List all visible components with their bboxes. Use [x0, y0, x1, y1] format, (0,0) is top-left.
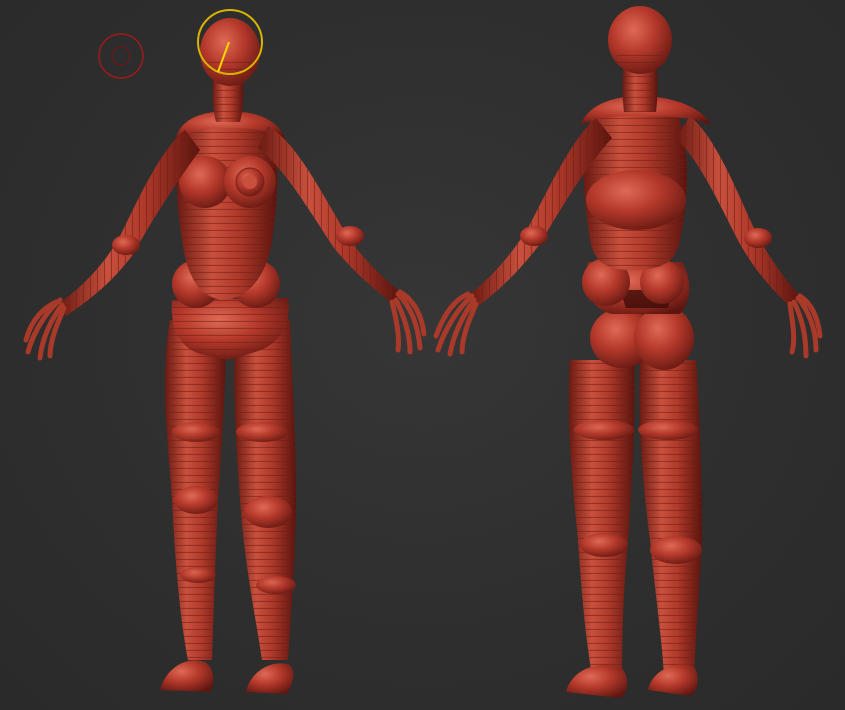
back-right-arm[interactable] [676, 116, 823, 359]
brush-cursor-icon [98, 33, 144, 79]
back-left-arm[interactable] [433, 118, 612, 357]
back-right-leg[interactable] [638, 360, 702, 696]
viewport-canvas[interactable] [0, 0, 845, 710]
zsphere-figure-front[interactable] [23, 18, 427, 694]
zsphere-figure-back[interactable] [433, 6, 823, 698]
front-left-leg[interactable] [160, 320, 226, 692]
sculpt-viewport[interactable] [0, 0, 845, 710]
back-glute-right[interactable] [634, 306, 694, 370]
back-left-leg[interactable] [566, 360, 635, 698]
front-right-leg[interactable] [234, 320, 296, 694]
